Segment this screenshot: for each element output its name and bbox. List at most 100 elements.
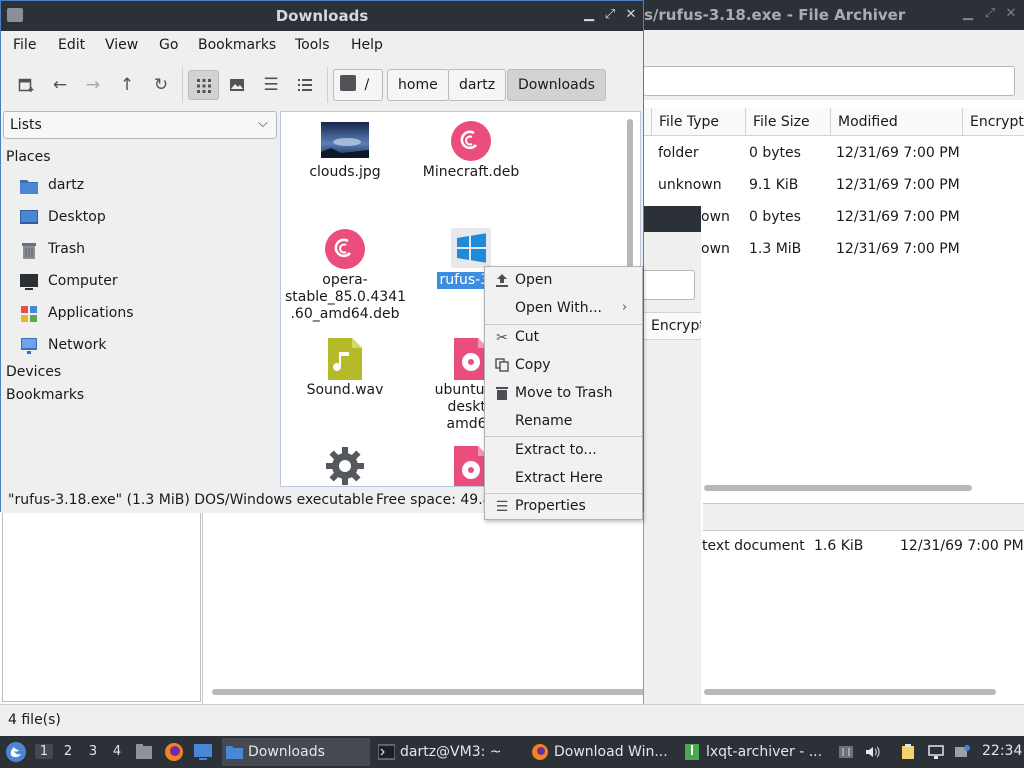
file-item[interactable]: clouds.jpg [285, 120, 405, 181]
menu-help[interactable]: Help [351, 37, 383, 53]
menu-tools[interactable]: Tools [295, 37, 330, 53]
horizontal-scrollbar[interactable] [704, 485, 972, 491]
chevron-down-icon: ⌵ [258, 116, 268, 131]
sidebar-item-trash[interactable]: Trash [19, 235, 277, 265]
forward-arrow-icon[interactable]: → [79, 70, 107, 100]
table-row[interactable]: unknown 9.1 KiB 12/31/69 7:00 PM [643, 169, 1024, 201]
notification-icon[interactable] [954, 744, 970, 760]
close-icon[interactable]: ✕ [1003, 6, 1019, 22]
toolbar-separator [327, 67, 328, 103]
devices-heading[interactable]: Devices [6, 364, 61, 380]
thumbnail-view-icon[interactable] [223, 70, 251, 100]
task-terminal[interactable]: dartz@VM3: ~ [374, 738, 524, 766]
file-item[interactable]: Sound.wav [285, 338, 405, 399]
menu-item-rename[interactable]: Rename [485, 408, 642, 436]
task-downloads[interactable]: Downloads [222, 738, 370, 766]
table-row[interactable]: folder 0 bytes 12/31/69 7:00 PM [643, 137, 1024, 169]
icon-view-icon[interactable] [188, 70, 219, 100]
column-header-file-type[interactable]: File Type [651, 108, 747, 136]
maximize-icon[interactable]: ⤢ [982, 6, 998, 22]
start-menu-icon[interactable] [5, 741, 27, 763]
clipboard-icon[interactable] [900, 744, 916, 760]
side-pane-mode-select[interactable]: Lists ⌵ [3, 111, 277, 139]
archiver-title: s/rufus-3.18.exe - File Archiver [644, 6, 906, 24]
menu-edit[interactable]: Edit [58, 37, 85, 53]
workspace-1[interactable]: 1 [35, 744, 53, 759]
sidebar-item-network[interactable]: Network [19, 331, 277, 361]
table-row[interactable]: text document 1.6 KiB 12/31/69 7:00 PM [700, 538, 1024, 560]
sidebar-item-applications[interactable]: Applications [19, 299, 277, 329]
menu-go[interactable]: Go [159, 37, 178, 53]
audio-file-icon [321, 338, 369, 380]
list-icon: ☰ [495, 499, 509, 515]
file-name: Sound.wav [306, 382, 384, 398]
network-status-icon[interactable] [928, 744, 944, 760]
menu-item-move-to-trash[interactable]: Move to Trash [485, 380, 642, 408]
archiver-lower-pane [2, 510, 201, 702]
workspace-3[interactable]: 3 [84, 744, 102, 759]
workspace-2[interactable]: 2 [59, 744, 77, 759]
menu-item-cut[interactable]: ✂ Cut [485, 324, 642, 352]
column-header-encrypted[interactable]: Encrypt [962, 108, 1024, 136]
archiver-dialog-column-header: Encrypt [643, 312, 701, 340]
minimize-icon[interactable]: ▁ [581, 7, 597, 23]
maximize-icon[interactable]: ⤢ [602, 7, 618, 23]
compact-view-icon[interactable]: ☰ [257, 70, 285, 100]
archiver-location-field[interactable] [643, 66, 1015, 96]
menu-item-properties[interactable]: ☰ Properties [485, 493, 642, 521]
archiver-dialog-input[interactable] [643, 270, 695, 300]
back-arrow-icon[interactable]: ← [46, 70, 74, 100]
sidebar-item-label: Desktop [48, 209, 106, 225]
show-desktop-icon[interactable] [193, 743, 213, 761]
sidebar-item-desktop[interactable]: Desktop [19, 203, 277, 233]
column-header-encrypted[interactable]: Encrypt [651, 318, 701, 334]
mixer-icon[interactable] [838, 744, 854, 760]
sidebar-item-dartz[interactable]: dartz [19, 171, 277, 201]
sidebar-item-computer[interactable]: Computer [19, 267, 277, 297]
column-header-modified[interactable]: Modified [830, 108, 963, 136]
file-item[interactable]: opera- stable_85.0.4341 .60_amd64.deb [285, 228, 406, 323]
vertical-scrollbar[interactable] [627, 119, 633, 271]
volume-icon[interactable] [864, 744, 880, 760]
menu-item-extract-to[interactable]: Extract to... [485, 437, 642, 465]
horizontal-scrollbar[interactable] [704, 689, 996, 695]
menu-item-open-with[interactable]: Open With... › [485, 295, 642, 323]
column-header-file-size[interactable]: File Size [745, 108, 831, 136]
clock[interactable]: 22:34 [982, 743, 1022, 759]
minimize-icon[interactable]: ▁ [960, 6, 976, 22]
up-arrow-icon[interactable]: ↑ [113, 70, 141, 100]
breadcrumb-root[interactable]: / [333, 69, 383, 101]
file-manager-launcher-icon[interactable] [135, 743, 153, 761]
firefox-launcher-icon[interactable] [164, 742, 184, 762]
menu-view[interactable]: View [105, 37, 138, 53]
menu-item-copy[interactable]: Copy [485, 352, 642, 380]
reload-icon[interactable]: ↻ [147, 70, 175, 100]
task-firefox[interactable]: Download Win... [528, 738, 678, 766]
menu-item-extract-here[interactable]: Extract Here [485, 465, 642, 493]
breadcrumb-downloads[interactable]: Downloads [507, 69, 606, 101]
cell-file-size: 9.1 KiB [749, 177, 799, 193]
close-icon[interactable]: ✕ [623, 7, 639, 23]
task-archiver[interactable]: lxqt-archiver - ... [680, 738, 830, 766]
task-label: dartz@VM3: ~ [400, 744, 502, 760]
cell-modified: 12/31/69 7:00 PM [836, 177, 960, 193]
file-name: clouds.jpg [309, 164, 381, 180]
new-tab-icon[interactable] [12, 70, 40, 100]
pane-splitter[interactable] [703, 503, 1024, 531]
upload-arrow-icon [494, 273, 510, 289]
path-toggle-icon [340, 75, 356, 91]
bookmarks-heading[interactable]: Bookmarks [6, 387, 84, 403]
breadcrumb-home[interactable]: home [387, 69, 449, 101]
file-item[interactable] [285, 446, 405, 486]
breadcrumb-dartz[interactable]: dartz [448, 69, 507, 101]
horizontal-scrollbar[interactable] [212, 689, 652, 695]
copy-icon [494, 358, 510, 374]
cell-modified: 12/31/69 7:00 PM [900, 538, 1024, 554]
archiver-dialog-titlebar [643, 206, 701, 232]
menu-bookmarks[interactable]: Bookmarks [198, 37, 276, 53]
file-item[interactable]: Minecraft.deb [411, 120, 531, 181]
workspace-4[interactable]: 4 [108, 744, 126, 759]
menu-file[interactable]: File [13, 37, 36, 53]
menu-item-open[interactable]: Open [485, 267, 642, 295]
detailed-list-view-icon[interactable] [291, 70, 319, 100]
